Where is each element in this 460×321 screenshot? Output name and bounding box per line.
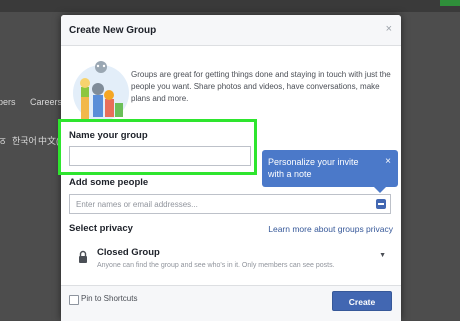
modal-header: Create New Group × <box>61 15 401 46</box>
background-text-careers: Careers <box>30 97 63 107</box>
add-people-label: Add some people <box>69 177 149 188</box>
group-illustration-icon <box>73 61 129 121</box>
create-button[interactable]: Create <box>332 291 392 311</box>
people-placeholder: Enter names or email addresses... <box>76 200 198 209</box>
pin-shortcuts-label[interactable]: Pin to Shortcuts <box>81 294 137 303</box>
privacy-learn-more-link[interactable]: Learn more about groups privacy <box>268 224 393 234</box>
group-name-input[interactable] <box>69 146 251 166</box>
people-input[interactable]: Enter names or email addresses... <box>69 194 391 214</box>
privacy-label: Select privacy <box>69 223 133 234</box>
background-text-lang3: 中文( <box>38 136 59 146</box>
background-topbar <box>0 0 460 12</box>
lock-icon <box>79 250 87 263</box>
name-group-label: Name your group <box>69 130 148 141</box>
privacy-option-name[interactable]: Closed Group <box>97 247 160 258</box>
note-icon[interactable] <box>376 199 386 209</box>
background-text-pers: pers <box>0 97 16 107</box>
background-text-lang1: ठ <box>0 136 6 146</box>
privacy-dropdown-caret-icon[interactable]: ▼ <box>379 252 386 259</box>
tooltip-text: Personalize your invite with a note <box>268 157 359 179</box>
privacy-option-description: Anyone can find the group and see who's … <box>97 262 335 269</box>
background-text-lang2: 한국어 <box>12 136 37 146</box>
modal-title: Create New Group <box>69 25 157 36</box>
close-icon[interactable]: × <box>386 23 392 35</box>
tooltip-close-icon[interactable]: × <box>385 156 391 167</box>
invite-tooltip: Personalize your invite with a note × <box>262 150 398 193</box>
intro-text: Groups are great for getting things done… <box>131 70 391 103</box>
background-accent-bar <box>440 0 460 6</box>
pin-shortcuts-checkbox[interactable] <box>69 295 79 305</box>
